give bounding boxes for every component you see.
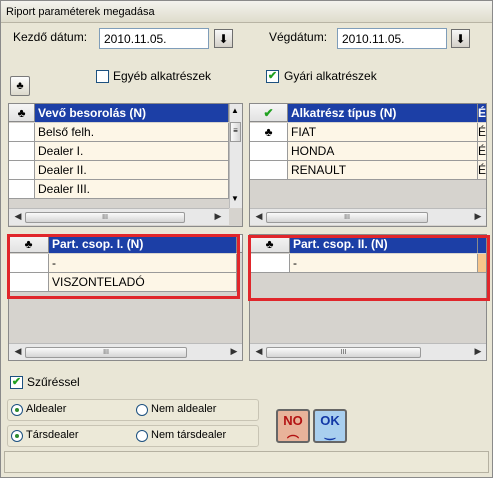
table-row[interactable]: RENAULT É — [250, 161, 486, 180]
arrow-left-icon[interactable]: ◀ — [12, 346, 24, 357]
table-row[interactable]: ♣ FIAT É — [250, 123, 486, 142]
gyari-alkatreszek-checkbox[interactable]: ✔ — [266, 70, 279, 83]
check-icon[interactable]: ✔ — [250, 104, 288, 122]
club-icon[interactable]: ♣ — [9, 104, 35, 122]
table-cell: Dealer III. — [35, 180, 229, 198]
tarsdealer-label: Társdealer — [26, 429, 79, 441]
column-header-alkatresz-tipus[interactable]: Alkatrész típus (N) — [288, 104, 478, 122]
arrow-left-icon[interactable]: ◀ — [12, 211, 24, 222]
arrow-right-icon[interactable]: ▶ — [472, 211, 484, 222]
scroll-thumb[interactable]: III — [25, 212, 185, 223]
nem-tarsdealer-label: Nem társdealer — [151, 429, 227, 441]
table-row[interactable]: HONDA É — [250, 142, 486, 161]
horizontal-scrollbar[interactable]: ◀ III ▶ — [250, 343, 486, 360]
arrow-down-icon: ⬇ — [455, 31, 466, 46]
aldealer-label: Aldealer — [26, 403, 67, 415]
start-date-label: Kezdő dátum: — [13, 30, 88, 44]
tarsdealer-radio[interactable] — [11, 430, 23, 442]
start-date-field[interactable]: 2010.11.05. — [99, 28, 209, 49]
table-row[interactable]: Dealer III. — [9, 180, 229, 199]
grid-header: ✔ Alkatrész típus (N) É — [250, 104, 486, 122]
end-date-label: Végdátum: — [269, 30, 328, 44]
nem-aldealer-label: Nem aldealer — [151, 403, 217, 415]
nem-tarsdealer-radio[interactable] — [136, 430, 148, 442]
highlight-box — [7, 234, 240, 299]
gyari-alkatreszek-label: Gyári alkatrészek — [284, 69, 377, 83]
status-bar — [4, 451, 489, 473]
arrow-right-icon[interactable]: ▶ — [228, 346, 240, 357]
no-button[interactable]: NO ︵ — [276, 409, 310, 443]
highlight-box — [248, 235, 490, 301]
sad-face-icon: ︵ — [286, 426, 299, 440]
table-cell: RENAULT — [288, 161, 478, 179]
club-icon: ♣ — [250, 123, 288, 141]
smile-face-icon: ‿ — [325, 426, 335, 440]
start-date-picker-button[interactable]: ⬇ — [214, 29, 233, 48]
table-cell: Dealer I. — [35, 142, 229, 160]
report-parameters-window: Riport paraméterek megadása Kezdő dátum:… — [0, 0, 493, 478]
horizontal-scrollbar[interactable]: ◀ III ▶ — [9, 208, 229, 225]
table-cell: HONDA — [288, 142, 478, 160]
alkatresz-tipus-grid[interactable]: ✔ Alkatrész típus (N) É ♣ FIAT É HONDA É… — [249, 103, 487, 227]
club-icon: ♣ — [16, 80, 24, 92]
end-date-picker-button[interactable]: ⬇ — [451, 29, 470, 48]
scroll-thumb[interactable]: III — [266, 347, 421, 358]
grid-header: ♣ Vevő besorolás (N) — [9, 104, 242, 122]
column-header-extra[interactable]: É — [478, 104, 486, 122]
scroll-thumb[interactable]: III — [266, 212, 428, 223]
arrow-up-icon[interactable]: ▲ — [231, 106, 239, 115]
arrow-left-icon[interactable]: ◀ — [253, 211, 265, 222]
arrow-right-icon[interactable]: ▶ — [212, 211, 224, 222]
end-date-field[interactable]: 2010.11.05. — [337, 28, 447, 49]
table-cell: É — [478, 161, 486, 179]
egyeb-alkatreszek-checkbox[interactable] — [96, 70, 109, 83]
column-header-vevo-besorolas[interactable]: Vevő besorolás (N) — [35, 104, 229, 122]
window-title: Riport paraméterek megadása — [6, 6, 155, 18]
table-cell: É — [478, 123, 486, 141]
vertical-scrollbar[interactable]: ▲ ≡ ▼ — [229, 104, 242, 208]
arrow-down-icon[interactable]: ▼ — [231, 194, 239, 203]
table-row[interactable]: Dealer II. — [9, 161, 229, 180]
scroll-thumb[interactable]: ≡ — [230, 122, 241, 142]
egyeb-alkatreszek-label: Egyéb alkatrészek — [113, 69, 212, 83]
table-row[interactable]: Belső felh. — [9, 123, 229, 142]
table-cell: Dealer II. — [35, 161, 229, 179]
arrow-right-icon[interactable]: ▶ — [472, 346, 484, 357]
szuressel-checkbox[interactable]: ✔ — [10, 376, 23, 389]
aldealer-radio[interactable] — [11, 404, 23, 416]
nem-aldealer-radio[interactable] — [136, 404, 148, 416]
vevo-besorolas-grid[interactable]: ♣ Vevő besorolás (N) Belső felh. Dealer … — [8, 103, 243, 227]
table-cell: É — [478, 142, 486, 160]
horizontal-scrollbar[interactable]: ◀ III ▶ — [9, 343, 242, 360]
scroll-thumb[interactable]: III — [25, 347, 187, 358]
arrow-down-icon: ⬇ — [218, 31, 229, 46]
select-all-button[interactable]: ♣ — [10, 76, 30, 96]
szuressel-label: Szűréssel — [27, 375, 80, 389]
horizontal-scrollbar[interactable]: ◀ III ▶ — [250, 208, 486, 225]
ok-button[interactable]: OK ‿ — [313, 409, 347, 443]
table-cell: Belső felh. — [35, 123, 229, 141]
title-bar: Riport paraméterek megadása — [1, 1, 492, 23]
table-cell: FIAT — [288, 123, 478, 141]
table-row[interactable]: Dealer I. — [9, 142, 229, 161]
arrow-left-icon[interactable]: ◀ — [253, 346, 265, 357]
